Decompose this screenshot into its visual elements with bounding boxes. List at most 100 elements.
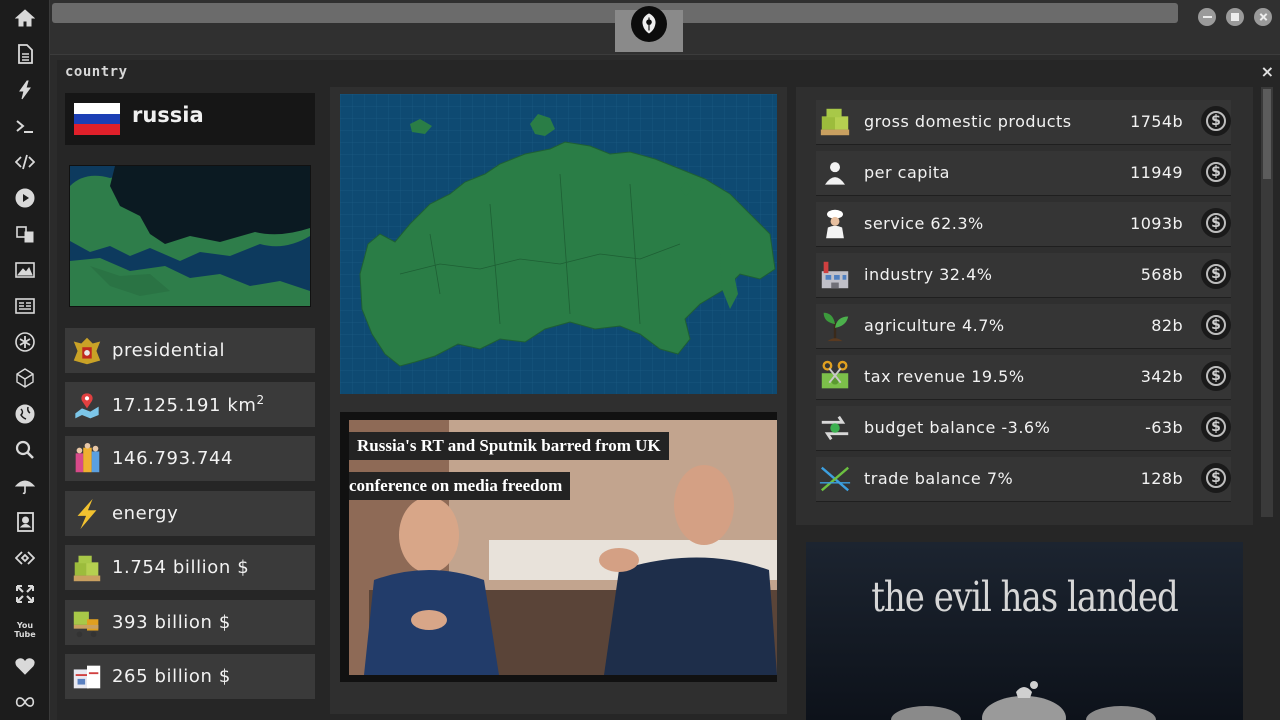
forklift-cash-icon [69,605,105,641]
document-icon[interactable] [12,41,38,67]
cash-pallet-icon [69,550,105,586]
economy-label: per capita [864,163,950,182]
dollar-coin-icon[interactable]: $ [1201,412,1231,442]
polyhedron-icon[interactable] [12,365,38,391]
map-and-news-column: Russia's RT and Sputnik barred from UK c… [330,87,787,714]
region-minimap[interactable] [69,165,311,307]
tax-scissors-icon [816,359,854,395]
vertical-scrollbar[interactable] [1261,87,1273,517]
population-value: 146.793.744 [112,448,234,469]
dollar-coin-icon[interactable]: $ [1201,106,1231,136]
economy-label: gross domestic products [864,112,1072,131]
bolt-icon[interactable] [12,77,38,103]
promo-banner[interactable]: the evil has landed [806,542,1243,720]
play-icon[interactable] [12,185,38,211]
terminal-icon[interactable] [12,113,38,139]
economy-value: 11949 [1130,163,1183,182]
scrollbar-thumb[interactable] [1263,89,1271,179]
dollar-coin-icon[interactable]: $ [1201,310,1231,340]
energy-icon [69,496,105,532]
youtube-icon[interactable]: You Tube [12,617,38,643]
dollar-coin-icon[interactable]: $ [1201,463,1231,493]
economy-row-per-capita[interactable]: per capita 11949 $ [816,151,1231,196]
minimize-button[interactable] [1198,8,1216,26]
revenue-card[interactable]: 393 billion $ [65,600,315,645]
population-card[interactable]: 146.793.744 [65,436,315,481]
balance-arrows-icon [816,410,854,446]
economy-row-trade-balance[interactable]: trade balance 7% 128b $ [816,457,1231,502]
economy-row-agriculture[interactable]: agriculture 4.7% 82b $ [816,304,1231,349]
close-button[interactable] [1254,8,1272,26]
coin-symbol: $ [1206,111,1226,131]
chef-icon [816,206,854,242]
economy-row-industry[interactable]: industry 32.4% 568b $ [816,253,1231,298]
coin-symbol: $ [1206,366,1226,386]
maximize-button[interactable] [1226,8,1244,26]
heart-icon[interactable] [12,653,38,679]
trade-cross-icon [816,461,854,497]
expand-icon[interactable] [12,581,38,607]
news-icon[interactable] [12,293,38,319]
economy-value: 128b [1140,469,1183,488]
gdp-value: 1.754 billion $ [112,557,250,578]
population-icon [69,441,105,477]
energy-card[interactable]: energy [65,491,315,536]
youtube-text: You Tube [14,621,36,639]
person-icon [816,155,854,191]
economy-label: industry 32.4% [864,265,993,284]
trade-card[interactable]: 265 billion $ [65,654,315,699]
country-map[interactable] [340,94,777,394]
map-pin-icon [69,387,105,423]
economy-row-budget-balance[interactable]: budget balance -3.6% -63b $ [816,406,1231,451]
dollar-coin-icon[interactable]: $ [1201,157,1231,187]
country-name: russia [132,103,204,127]
coin-symbol: $ [1206,264,1226,284]
economy-panel: gross domestic products 1754b $ per capi… [796,87,1253,525]
economy-value: 1093b [1130,214,1183,233]
translate-icon[interactable] [12,221,38,247]
contact-icon[interactable] [12,509,38,535]
embed-icon[interactable] [12,545,38,571]
dollar-coin-icon[interactable]: $ [1201,208,1231,238]
coin-symbol: $ [1206,162,1226,182]
economy-label: service 62.3% [864,214,984,233]
area-card[interactable]: 17.125.191 km2 [65,382,315,427]
news-card[interactable]: Russia's RT and Sputnik barred from UK c… [340,412,777,682]
cash-stack-icon [816,104,854,140]
economy-value: 1754b [1130,112,1183,131]
country-header: russia [65,93,315,145]
logo-tab[interactable] [615,6,683,52]
russia-flag-icon [74,103,120,135]
government-card[interactable]: presidential [65,328,315,373]
rebel-alliance-icon [631,6,667,42]
globe-icon[interactable] [12,401,38,427]
umbrella-icon[interactable] [12,473,38,499]
coin-symbol: $ [1206,468,1226,488]
economy-label: budget balance -3.6% [864,418,1051,437]
image-icon[interactable] [12,257,38,283]
left-sidebar: You Tube [0,0,50,720]
news-photo: Russia's RT and Sputnik barred from UK c… [349,420,777,675]
window-close-button[interactable]: × [1261,62,1274,81]
infinity-icon[interactable] [12,689,38,715]
economy-value: -63b [1145,418,1183,437]
gdp-card[interactable]: 1.754 billion $ [65,545,315,590]
energy-label: energy [112,503,179,524]
window-title: country [65,64,128,80]
economy-label: agriculture 4.7% [864,316,1005,335]
country-area: 17.125.191 km2 [112,393,265,416]
monument-image [891,681,1156,720]
asterisk-icon[interactable] [12,329,38,355]
coin-symbol: $ [1206,315,1226,335]
code-icon[interactable] [12,149,38,175]
dollar-coin-icon[interactable]: $ [1201,259,1231,289]
economy-value: 568b [1140,265,1183,284]
area-value: 17.125.191 km [112,395,257,416]
dollar-coin-icon[interactable]: $ [1201,361,1231,391]
economy-row-tax-revenue[interactable]: tax revenue 19.5% 342b $ [816,355,1231,400]
home-icon[interactable] [12,5,38,31]
search-icon[interactable] [12,437,38,463]
economy-row-gdp[interactable]: gross domestic products 1754b $ [816,100,1231,145]
economy-label: tax revenue 19.5% [864,367,1025,386]
economy-row-service[interactable]: service 62.3% 1093b $ [816,202,1231,247]
